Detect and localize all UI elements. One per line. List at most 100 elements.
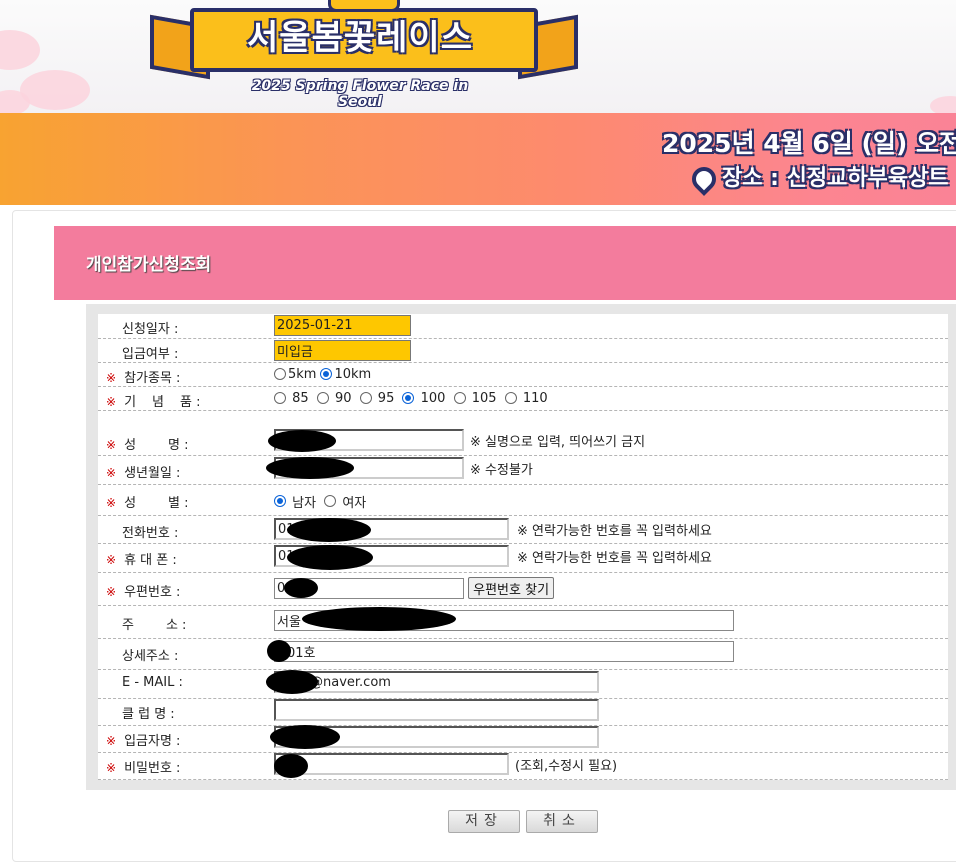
souvenir-option-90: 90 xyxy=(334,391,352,406)
redaction-mark xyxy=(268,430,336,452)
field-payment-status xyxy=(274,340,411,361)
label-phone: 전화번호 : xyxy=(122,526,179,541)
name-note: ※ 실명으로 입력, 띄어쓰기 금지 xyxy=(470,434,646,450)
gender-radio-male[interactable] xyxy=(274,494,286,507)
label-postcode: ※ 우편번호 : xyxy=(106,581,180,600)
logo-english-title: 2025 Spring Flower Race in Seoul xyxy=(251,78,469,110)
label-part: 대 xyxy=(140,553,153,568)
event-radio-5km[interactable] xyxy=(274,367,286,380)
page-title: 개인참가신청조회 xyxy=(86,255,212,275)
label-password-text: 비밀번호 : xyxy=(124,761,181,776)
souvenir-option-85: 85 xyxy=(292,391,309,406)
souvenir-radio-105[interactable] xyxy=(453,391,466,404)
save-button[interactable]: 저장 xyxy=(448,810,520,833)
event-place: 장소 : 신정교하부육상트 xyxy=(687,160,949,196)
redaction-mark xyxy=(270,725,340,749)
gender-option-male: 남자 xyxy=(292,496,317,511)
application-form: 신청일자 : 입금여부 : ※ 참가종목 : 5km 10km ※ 기념 품 : 85 … xyxy=(86,304,956,790)
label-part: 별 : xyxy=(168,496,189,511)
page-header: 개인참가신청조회 xyxy=(54,226,956,300)
field-address-detail xyxy=(274,641,734,662)
label-event: ※ 참가종목 : xyxy=(106,367,180,386)
label-part: 념 xyxy=(152,395,164,410)
label-souvenir: ※ 기 념 품 : xyxy=(106,391,200,410)
row-depositor: ※ 입금자명 : xyxy=(98,725,948,753)
label-part: 성 xyxy=(124,438,137,453)
label-birthdate-text: 생년월일 : xyxy=(124,466,181,481)
label-part: 성 xyxy=(124,496,137,511)
location-pin-icon xyxy=(687,162,721,196)
label-depositor-text: 입금자명 : xyxy=(124,734,181,749)
redaction-mark xyxy=(287,545,373,570)
redaction-mark xyxy=(266,457,354,479)
field-gender: 남자 여자 xyxy=(274,492,370,511)
mobile-note: ※ 연락가능한 번호를 꼭 입력하세요 xyxy=(517,550,712,566)
payment-status-field xyxy=(274,340,411,361)
petal-decoration xyxy=(20,70,90,110)
birthdate-note: ※ 수정불가 xyxy=(470,462,533,478)
label-name: ※ 성 명 : xyxy=(106,434,189,453)
label-part: 품 : xyxy=(180,395,201,410)
row-password: ※ 비밀번호 : (조회,수정시 필요) xyxy=(98,752,948,780)
label-event-text: 참가종목 : xyxy=(124,371,181,386)
row-gender: ※ 성 별 : 남자 여자 xyxy=(98,484,948,516)
row-email: E - MAIL : xyxy=(98,669,948,699)
souvenir-radio-90[interactable] xyxy=(316,391,329,404)
souvenir-option-100: 100 xyxy=(420,391,446,406)
label-club: 클 럽 명 : xyxy=(122,703,175,722)
required-mark: ※ xyxy=(106,553,117,567)
apply-date-field xyxy=(274,315,411,336)
label-part: 클 xyxy=(122,707,134,722)
event-option-5km: 5km xyxy=(288,367,317,382)
label-gender: ※ 성 별 : xyxy=(106,492,189,511)
field-password: (조회,수정시 필요) xyxy=(274,753,617,775)
label-part: 명 : xyxy=(168,438,189,453)
label-part: 소 : xyxy=(165,618,187,633)
souvenir-option-110: 110 xyxy=(522,391,548,406)
souvenir-radio-110[interactable] xyxy=(504,391,517,404)
required-mark: ※ xyxy=(106,585,117,599)
row-payment-status: 입금여부 : xyxy=(98,338,948,363)
label-part: 기 xyxy=(124,395,137,410)
email-input[interactable] xyxy=(274,671,599,693)
logo-korean-title: 서울봄꽃레이스 xyxy=(247,18,473,58)
label-email: E - MAIL : xyxy=(122,675,183,690)
row-address: 주 소 : xyxy=(98,605,948,639)
redaction-mark xyxy=(266,670,318,694)
redaction-mark xyxy=(302,607,456,631)
form-body: 신청일자 : 입금여부 : ※ 참가종목 : 5km 10km ※ 기념 품 : 85 … xyxy=(98,314,948,780)
label-address: 주 소 : xyxy=(122,614,186,633)
label-payment-status: 입금여부 : xyxy=(122,347,179,362)
redaction-mark xyxy=(274,754,308,778)
redaction-mark xyxy=(267,640,291,662)
label-part: 명 : xyxy=(154,707,175,722)
row-souvenir: ※ 기 념 품 : 85 90 95 100 105 110 xyxy=(98,386,948,411)
field-event: 5km 10km xyxy=(274,367,375,382)
required-mark: ※ xyxy=(106,395,117,409)
row-name: ※ 성 명 : ※ 실명으로 입력, 띄어쓰기 금지 xyxy=(98,410,948,456)
row-birthdate: ※ 생년월일 : ※ 수정불가 xyxy=(98,455,948,485)
field-apply-date xyxy=(274,315,411,336)
label-birthdate: ※ 생년월일 : xyxy=(106,462,180,481)
required-mark: ※ xyxy=(106,371,117,385)
label-password: ※ 비밀번호 : xyxy=(106,757,180,776)
souvenir-radio-100[interactable] xyxy=(402,391,415,404)
row-apply-date: 신청일자 : xyxy=(98,314,948,339)
find-postcode-button[interactable]: 우편번호 찾기 xyxy=(468,577,555,599)
cancel-button[interactable]: 취소 xyxy=(526,810,598,833)
required-mark: ※ xyxy=(106,761,117,775)
club-input[interactable] xyxy=(274,699,599,721)
event-date: 2025년 4월 6일 (일) 오전 9 xyxy=(662,129,956,158)
event-radio-10km[interactable] xyxy=(320,367,333,380)
password-input[interactable] xyxy=(274,753,509,775)
gender-radio-female[interactable] xyxy=(324,494,337,507)
souvenir-radio-85[interactable] xyxy=(274,391,286,404)
password-note: (조회,수정시 필요) xyxy=(515,758,618,774)
souvenir-radio-95[interactable] xyxy=(359,391,372,404)
address-detail-input[interactable] xyxy=(274,641,734,662)
field-email xyxy=(274,671,599,693)
row-event: ※ 참가종목 : 5km 10km xyxy=(98,362,948,387)
gender-option-female: 여자 xyxy=(342,496,367,511)
row-postcode: ※ 우편번호 : 우편번호 찾기 xyxy=(98,572,948,606)
event-place-text: 장소 : 신정교하부육상트 xyxy=(722,166,949,191)
